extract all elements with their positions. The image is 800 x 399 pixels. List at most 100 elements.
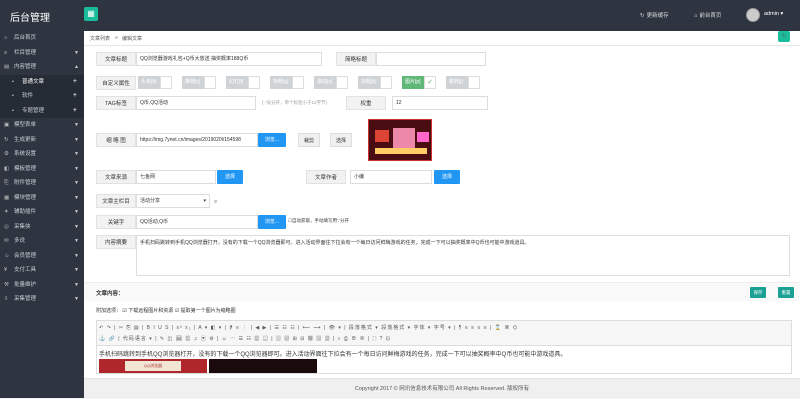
- search-icon[interactable]: ⌕: [214, 199, 217, 206]
- sidebar-item-label: 模块管理: [14, 194, 37, 201]
- browse-button[interactable]: 浏览...: [258, 133, 286, 147]
- breadcrumb-article-list[interactable]: 文章列表: [90, 35, 110, 42]
- chevron-down-icon: ▼: [74, 194, 79, 201]
- chevron-down-icon: ▼: [74, 136, 79, 143]
- keywords-browse-button[interactable]: 浏览...: [258, 215, 286, 229]
- editor-body[interactable]: 手机扫码跳转到手机QQ浏览器打开，没有的下载一个QQ浏览器即可。进入活动界面往下…: [96, 346, 792, 374]
- refresh-button[interactable]: ↻: [778, 31, 790, 42]
- sidebar-item-topics[interactable]: ▪ 专题管理 +: [0, 103, 84, 119]
- source-input[interactable]: 七鱼网: [136, 170, 216, 184]
- attr-recommend[interactable]: 推荐[c]: [182, 76, 216, 89]
- sidebar-item-articles[interactable]: ▪ 普通文章 +: [0, 74, 84, 90]
- sidebar-item-payment[interactable]: ¥ 支付工具 ▼: [0, 263, 84, 278]
- save-button[interactable]: 保存: [750, 287, 766, 298]
- sidebar-item-settings[interactable]: ⚙ 系统设置 ▼: [0, 147, 84, 162]
- editor-toolbar-row2[interactable]: ⚓ 🔗 | 代码语言 ▾ | ✎ ◫ 🖼 ▦ ♫ ▣ ⚙ | ☺ ⋯ ☰ ☷ ▦…: [99, 335, 391, 342]
- select-author-button[interactable]: 选择: [434, 170, 460, 184]
- refresh-icon: ↻: [640, 13, 645, 19]
- sidebar-item-members[interactable]: ☺ 会员管理 ▼: [0, 249, 84, 264]
- attr-headline[interactable]: 头条[h]: [138, 76, 172, 89]
- chevron-down-icon: ▼: [74, 296, 79, 302]
- select-source-button[interactable]: 选择: [217, 170, 243, 184]
- footer: Copyright 2017 © 网讯信息技术有限公司 All Rights R…: [84, 378, 800, 398]
- clear-cache-link[interactable]: ↻ 更新缓存: [640, 11, 669, 19]
- desc-textarea[interactable]: 手机扫码跳转到手机QQ浏览器打开，没有的下载一个QQ浏览器即可。进入活动界面往下…: [136, 235, 790, 276]
- sidebar-item-home[interactable]: ⌂ 后台首页: [0, 31, 84, 46]
- breadcrumb: 文章列表 » 编辑文章 ↻: [84, 31, 800, 46]
- thumb-shape: [375, 148, 427, 154]
- attr-slide[interactable]: 幻灯[f]: [226, 76, 260, 89]
- editor-toolbar: ↶ ↷ | ✂ ⎘ ▤ | B I U S | x² x₂ | A ▾ ◧ ▾ …: [96, 320, 792, 346]
- sidebar-item-duoshuo[interactable]: ✉ 多说 ▼: [0, 234, 84, 249]
- checkbox[interactable]: [468, 76, 480, 89]
- crop-button[interactable]: 裁剪: [298, 133, 320, 147]
- checkbox[interactable]: [336, 76, 348, 89]
- attr-text: 图片[p]: [405, 79, 421, 85]
- first-image-thumb-option: 提取第一个图片为缩略图: [180, 308, 236, 314]
- sidebar-item-attachments[interactable]: ⎘ 附件管理 ▼: [0, 176, 84, 191]
- attr-image[interactable]: 图片[p] ✓: [402, 76, 436, 89]
- add-icon[interactable]: +: [73, 104, 77, 119]
- title-label: 文章标题: [96, 52, 136, 66]
- sidebar-item-gather[interactable]: ⇩ 采集管理 ▼: [0, 292, 84, 307]
- sidebar-item-label: 栏目管理: [14, 49, 37, 56]
- checkbox[interactable]: [248, 76, 260, 89]
- sidebar-item-collector[interactable]: ◎ 采集侠 ▼: [0, 220, 84, 235]
- reset-button[interactable]: 重置: [778, 287, 794, 298]
- home-link[interactable]: ⌂ 前台首页: [694, 11, 721, 19]
- attr-text: 加粗[b]: [361, 79, 377, 85]
- editor-image[interactable]: [209, 359, 317, 373]
- attr-label: 自定义属性: [96, 76, 136, 90]
- short-title-input[interactable]: [376, 52, 486, 66]
- sidebar-item-templates[interactable]: ◧ 模板管理 ▼: [0, 162, 84, 177]
- editor-toolbar-row1[interactable]: ↶ ↷ | ✂ ⎘ ▤ | B I U S | x² x₂ | A ▾ ◧ ▾ …: [99, 324, 518, 331]
- add-icon[interactable]: +: [73, 89, 77, 104]
- avatar[interactable]: [746, 8, 760, 22]
- attr-text: 幻灯[f]: [229, 79, 244, 85]
- title-input[interactable]: QQ浏览器游戏礼包+Q币大放送 抽奖概率188Q币: [136, 52, 322, 66]
- attr-bold[interactable]: 加粗[b]: [358, 76, 392, 89]
- checkbox[interactable]: [204, 76, 216, 89]
- sidebar-item-batch[interactable]: ⚒ 批量维护 ▼: [0, 278, 84, 293]
- add-icon[interactable]: +: [73, 75, 77, 90]
- checkbox-checked[interactable]: ☑: [122, 308, 126, 314]
- sidebar-item-plugins[interactable]: ✦ 辅助插件 ▼: [0, 205, 84, 220]
- checkbox[interactable]: [380, 76, 392, 89]
- weight-label: 权重: [346, 96, 386, 110]
- column-label: 文章主栏目: [96, 194, 136, 208]
- keywords-input[interactable]: QQ活动,Q币: [136, 215, 258, 229]
- attr-special[interactable]: 特荐[a]: [270, 76, 304, 89]
- checkbox[interactable]: [160, 76, 172, 89]
- sidebar-item-model-forms[interactable]: ▣ 模型表单 ▼: [0, 118, 84, 133]
- select-thumb-button[interactable]: 选择: [330, 133, 352, 147]
- sidebar-item-content[interactable]: ▤ 内容管理 ▲: [0, 60, 84, 75]
- chevron-down-icon: ▼: [74, 209, 79, 215]
- sidebar-item-software[interactable]: ▪ 软件 +: [0, 89, 84, 104]
- auto-fetch-option[interactable]: ☐自动获取，手动填写用','分开: [288, 218, 349, 224]
- sidebar-item-generate[interactable]: ↻ 生成更新 ▼: [0, 133, 84, 148]
- home-icon: ⌂: [694, 13, 698, 19]
- tag-input[interactable]: Q币,QQ活动: [136, 96, 256, 110]
- sidebar-item-label: 普通文章: [22, 78, 45, 85]
- editor-image[interactable]: QQ浏览器: [99, 359, 207, 373]
- author-input[interactable]: 小编: [350, 170, 432, 184]
- menu-toggle-icon[interactable]: ▦: [84, 7, 98, 21]
- attr-text: 滚动[s]: [317, 79, 333, 85]
- image-caption: QQ浏览器: [125, 361, 181, 371]
- thumb-input[interactable]: https://img.7ynet.cn/images/2019020l/154…: [136, 133, 258, 147]
- check-icon[interactable]: ✓: [424, 76, 436, 89]
- attr-scroll[interactable]: 滚动[s]: [314, 76, 348, 89]
- sidebar-item-label: 生成更新: [14, 136, 37, 143]
- column-select[interactable]: 活动分享 ▾: [136, 194, 210, 208]
- sidebar-item-modules[interactable]: ▦ 模块管理 ▼: [0, 191, 84, 206]
- weight-input[interactable]: 12: [392, 96, 488, 110]
- checkbox[interactable]: [292, 76, 304, 89]
- keywords-label: 关键字: [96, 215, 136, 229]
- checkbox-checked[interactable]: ☑: [175, 308, 179, 314]
- list-icon: ≡: [4, 49, 8, 56]
- sidebar-item-columns[interactable]: ≡ 栏目管理 ▼: [0, 46, 84, 61]
- attr-jump[interactable]: 跳转[j]: [446, 76, 480, 89]
- user-menu[interactable]: admin ▾: [764, 11, 783, 17]
- doc-icon: ▤: [4, 64, 10, 70]
- sidebar-item-label: 模型表单: [14, 122, 37, 128]
